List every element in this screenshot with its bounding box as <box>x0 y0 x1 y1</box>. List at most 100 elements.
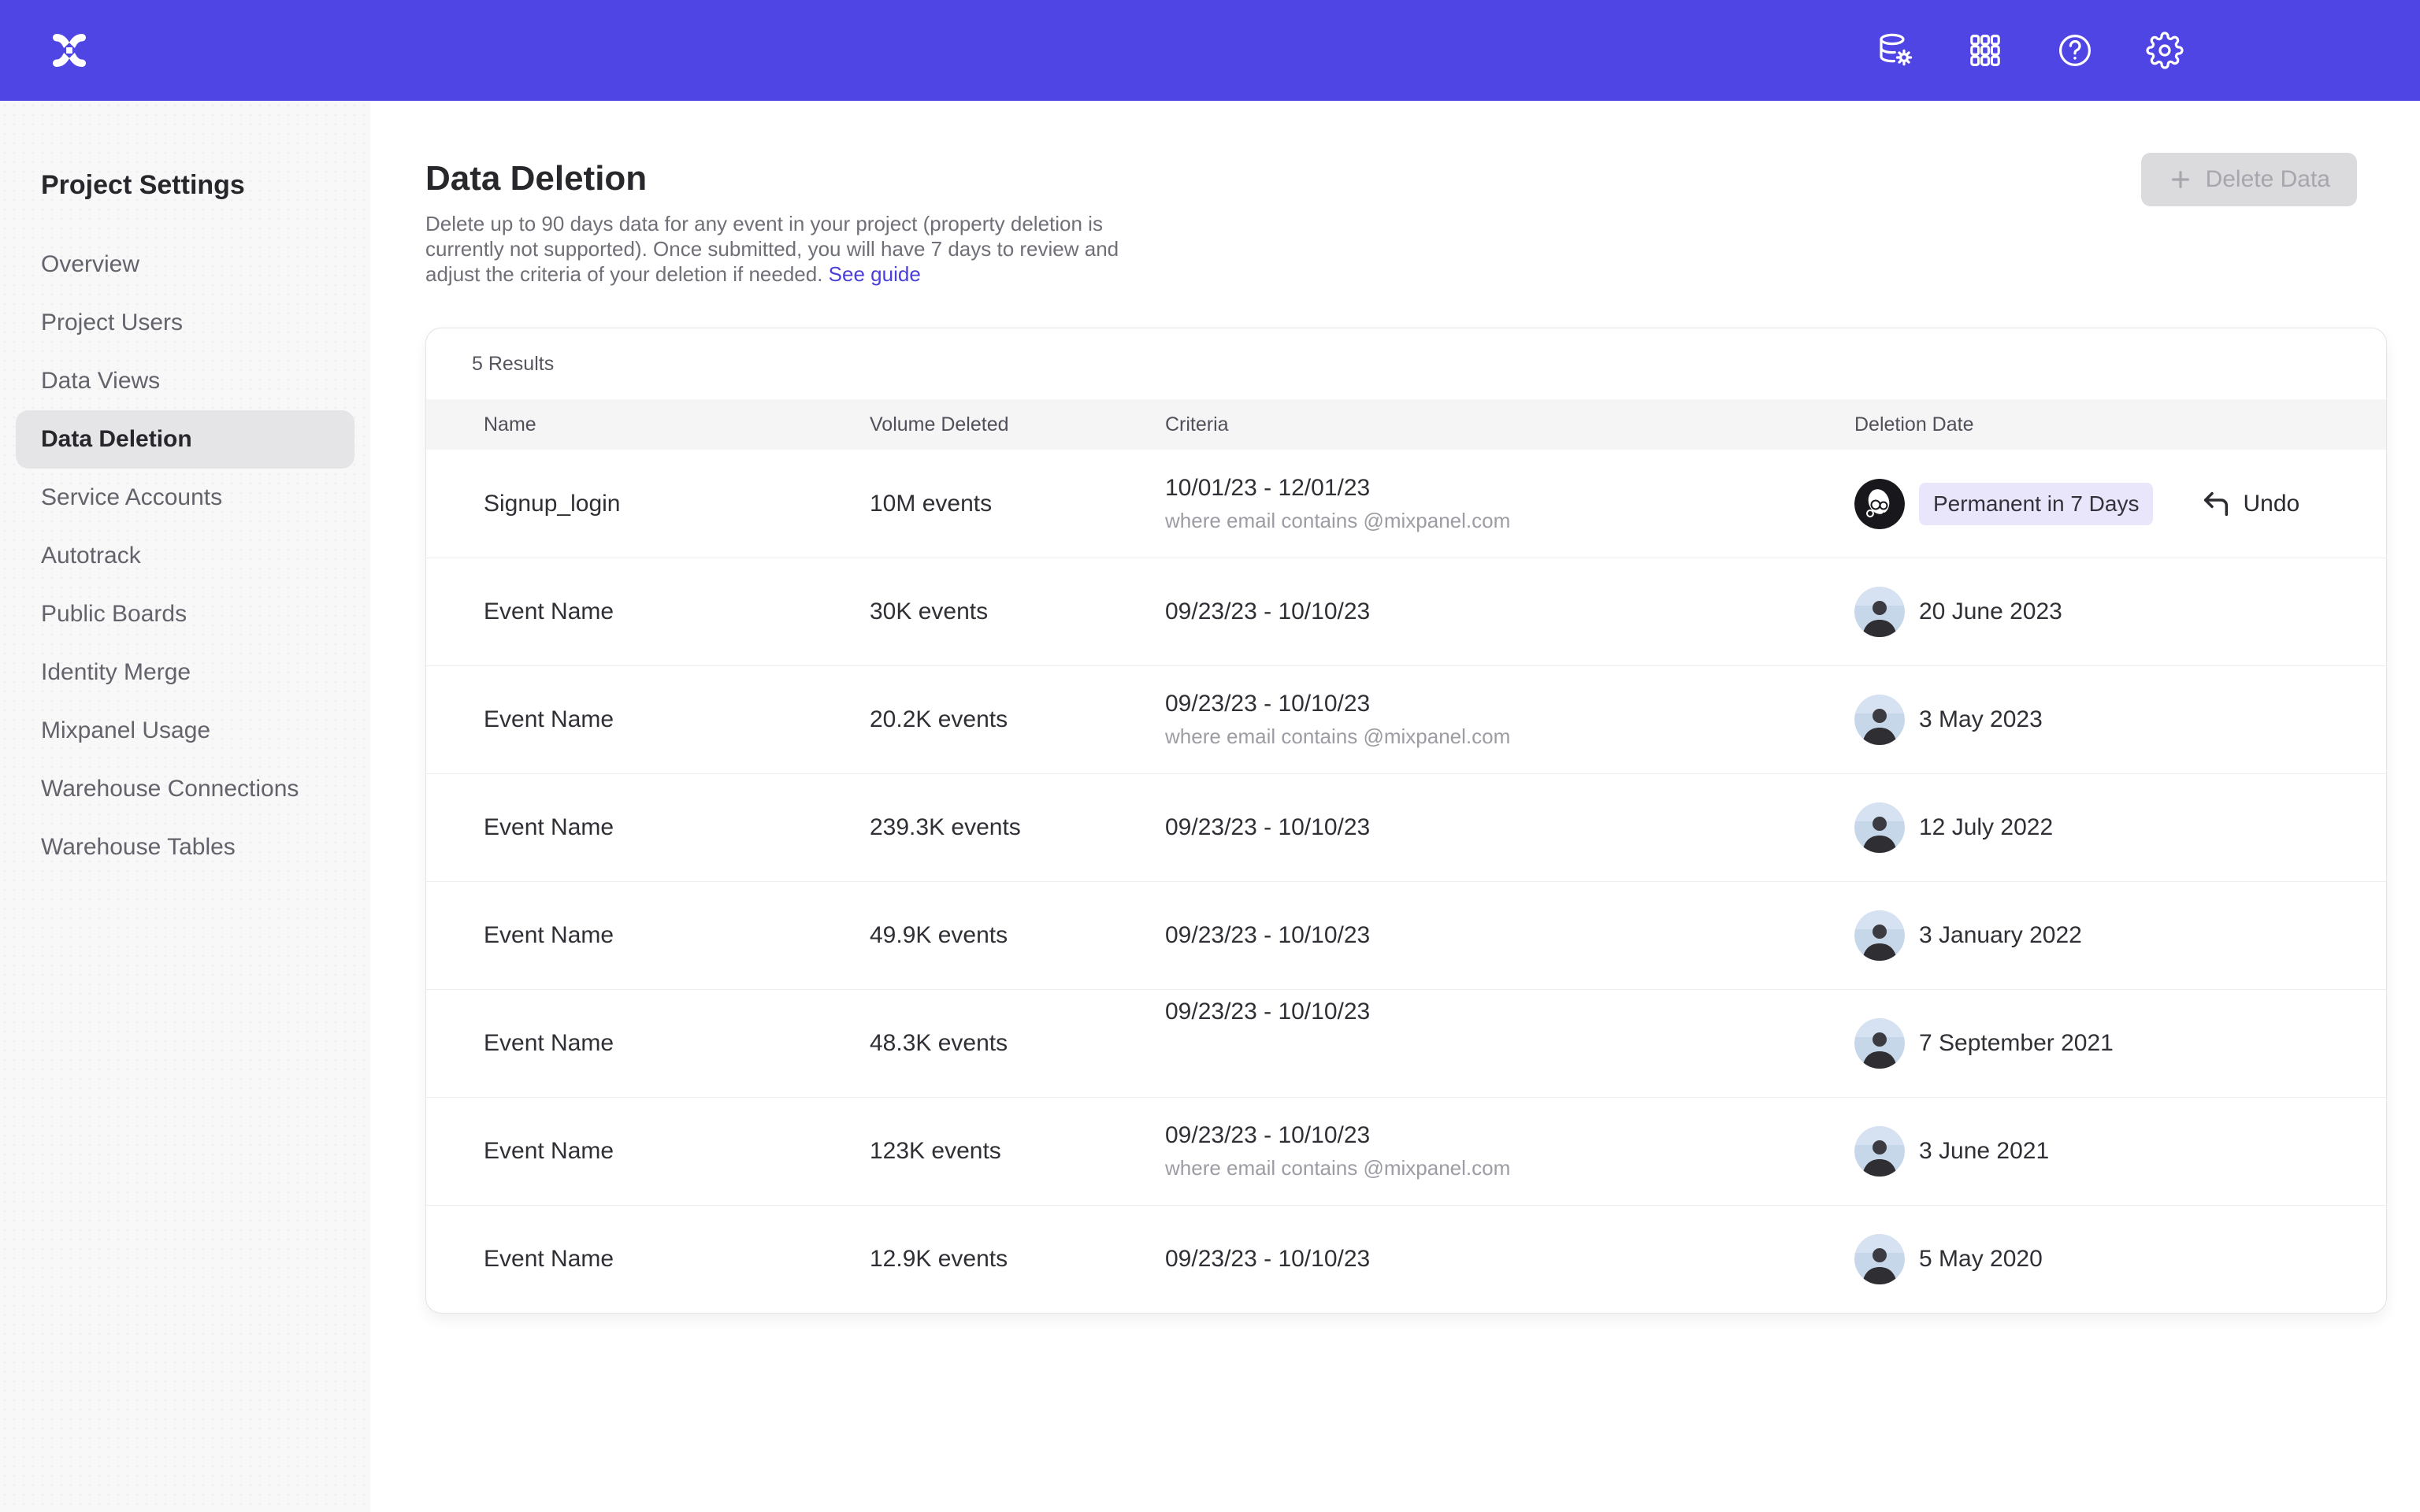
event-name: Event Name <box>484 922 870 949</box>
table-row: Event Name 239.3K events 09/23/23 - 10/1… <box>426 773 2386 881</box>
app-window: Project Settings Overview Project Users … <box>0 0 2420 1512</box>
criteria-cell: 09/23/23 - 10/10/23 <box>1165 999 1854 1025</box>
volume-deleted: 30K events <box>870 598 1165 625</box>
criteria-range: 09/23/23 - 10/10/23 <box>1165 691 1854 717</box>
plus-icon <box>2168 167 2193 192</box>
deletion-date: 3 May 2023 <box>1919 706 2043 733</box>
avatar <box>1854 1126 1905 1177</box>
delete-data-button[interactable]: Delete Data <box>2141 153 2357 206</box>
criteria-cell: 09/23/23 - 10/10/23 <box>1165 1246 1854 1273</box>
table-row: Event Name 12.9K events 09/23/23 - 10/10… <box>426 1205 2386 1313</box>
deletion-date-cell: 7 September 2021 <box>1854 1018 2386 1069</box>
volume-deleted: 20.2K events <box>870 706 1165 733</box>
column-header-deletion-date: Deletion Date <box>1854 413 2386 436</box>
help-icon[interactable] <box>2056 32 2094 69</box>
table-header: Name Volume Deleted Criteria Deletion Da… <box>426 399 2386 450</box>
avatar <box>1854 802 1905 853</box>
table-row: Event Name 20.2K events 09/23/23 - 10/10… <box>426 665 2386 773</box>
database-settings-icon[interactable] <box>1876 32 1914 69</box>
criteria-range: 09/23/23 - 10/10/23 <box>1165 922 1854 949</box>
deletion-date-cell: 3 May 2023 <box>1854 695 2386 745</box>
volume-deleted: 10M events <box>870 491 1165 517</box>
volume-deleted: 12.9K events <box>870 1246 1165 1273</box>
sidebar-item-autotrack[interactable]: Autotrack <box>16 527 354 585</box>
avatar <box>1854 695 1905 745</box>
volume-deleted: 48.3K events <box>870 1030 1165 1057</box>
criteria-range: 10/01/23 - 12/01/23 <box>1165 475 1854 502</box>
page-description: Delete up to 90 days data for any event … <box>425 211 1138 287</box>
sidebar-item-data-deletion[interactable]: Data Deletion <box>16 410 354 469</box>
undo-icon <box>2200 488 2232 520</box>
event-name: Event Name <box>484 598 870 625</box>
settings-gear-icon[interactable] <box>2146 32 2184 69</box>
status-badge: Permanent in 7 Days <box>1919 483 2153 525</box>
criteria-filter: where email contains @mixpanel.com <box>1165 509 1854 533</box>
description-text: Delete up to 90 days data for any event … <box>425 212 1119 286</box>
criteria-cell: 09/23/23 - 10/10/23 <box>1165 814 1854 841</box>
event-name: Event Name <box>484 814 870 841</box>
results-count: 5 Results <box>426 328 2386 399</box>
undo-label: Undo <box>2243 491 2299 517</box>
event-name: Event Name <box>484 1138 870 1165</box>
deletions-card: 5 Results Name Volume Deleted Criteria D… <box>425 328 2387 1314</box>
criteria-range: 09/23/23 - 10/10/23 <box>1165 1122 1854 1149</box>
see-guide-link[interactable]: See guide <box>829 262 921 286</box>
table-row: Event Name 49.9K events 09/23/23 - 10/10… <box>426 881 2386 989</box>
main-content: Data Deletion Delete up to 90 days data … <box>370 101 2420 1512</box>
criteria-filter: where email contains @mixpanel.com <box>1165 724 1854 749</box>
volume-deleted: 123K events <box>870 1138 1165 1165</box>
sidebar-item-project-users[interactable]: Project Users <box>16 294 354 352</box>
column-header-volume: Volume Deleted <box>870 413 1165 436</box>
column-header-criteria: Criteria <box>1165 413 1854 436</box>
criteria-cell: 09/23/23 - 10/10/23 <box>1165 922 1854 949</box>
undo-button[interactable]: Undo <box>2200 488 2299 520</box>
sidebar-title: Project Settings <box>41 170 370 201</box>
volume-deleted: 49.9K events <box>870 922 1165 949</box>
deletion-date: 12 July 2022 <box>1919 814 2053 841</box>
topbar-actions <box>1876 0 2184 101</box>
criteria-range: 09/23/23 - 10/10/23 <box>1165 598 1854 625</box>
volume-deleted: 239.3K events <box>870 814 1165 841</box>
criteria-range: 09/23/23 - 10/10/23 <box>1165 1246 1854 1273</box>
column-header-name: Name <box>484 413 870 436</box>
deletion-date-cell: 3 June 2021 <box>1854 1126 2386 1177</box>
table-row: Event Name 123K events 09/23/23 - 10/10/… <box>426 1097 2386 1205</box>
deletion-date: 3 January 2022 <box>1919 922 2082 949</box>
table-row: Signup_login 10M events 10/01/23 - 12/01… <box>426 450 2386 558</box>
sidebar: Project Settings Overview Project Users … <box>0 101 370 1512</box>
criteria-cell: 09/23/23 - 10/10/23 where email contains… <box>1165 1122 1854 1180</box>
avatar <box>1854 587 1905 637</box>
sidebar-item-service-accounts[interactable]: Service Accounts <box>16 469 354 527</box>
criteria-cell: 10/01/23 - 12/01/23 where email contains… <box>1165 475 1854 533</box>
sidebar-item-warehouse-connections[interactable]: Warehouse Connections <box>16 760 354 818</box>
criteria-filter: where email contains @mixpanel.com <box>1165 1156 1854 1180</box>
deletion-date: 7 September 2021 <box>1919 1030 2114 1057</box>
topbar <box>0 0 2420 101</box>
deletion-date-cell: 5 May 2020 <box>1854 1234 2386 1284</box>
criteria-cell: 09/23/23 - 10/10/23 <box>1165 598 1854 625</box>
apps-grid-icon[interactable] <box>1966 32 2004 69</box>
sidebar-item-data-views[interactable]: Data Views <box>16 352 354 410</box>
deletion-date: 20 June 2023 <box>1919 598 2062 625</box>
delete-data-label: Delete Data <box>2206 166 2330 193</box>
sidebar-item-mixpanel-usage[interactable]: Mixpanel Usage <box>16 702 354 760</box>
deletion-date-cell: 12 July 2022 <box>1854 802 2386 853</box>
deletion-date-cell: 20 June 2023 <box>1854 587 2386 637</box>
sidebar-item-warehouse-tables[interactable]: Warehouse Tables <box>16 818 354 876</box>
sidebar-item-overview[interactable]: Overview <box>16 235 354 294</box>
avatar <box>1854 1234 1905 1284</box>
deletion-date-cell: 3 January 2022 <box>1854 910 2386 961</box>
sidebar-item-identity-merge[interactable]: Identity Merge <box>16 643 354 702</box>
event-name: Event Name <box>484 1030 870 1057</box>
table-row: Event Name 30K events 09/23/23 - 10/10/2… <box>426 558 2386 665</box>
criteria-cell: 09/23/23 - 10/10/23 where email contains… <box>1165 691 1854 749</box>
avatar <box>1854 910 1905 961</box>
deletion-date: 3 June 2021 <box>1919 1138 2049 1165</box>
table-row: Event Name 48.3K events 09/23/23 - 10/10… <box>426 989 2386 1097</box>
sidebar-item-public-boards[interactable]: Public Boards <box>16 585 354 643</box>
event-name: Event Name <box>484 1246 870 1273</box>
criteria-range: 09/23/23 - 10/10/23 <box>1165 999 1854 1025</box>
mixpanel-logo-icon[interactable] <box>49 30 90 71</box>
deletion-date-cell: Permanent in 7 Days Undo <box>1854 479 2386 529</box>
criteria-range: 09/23/23 - 10/10/23 <box>1165 814 1854 841</box>
